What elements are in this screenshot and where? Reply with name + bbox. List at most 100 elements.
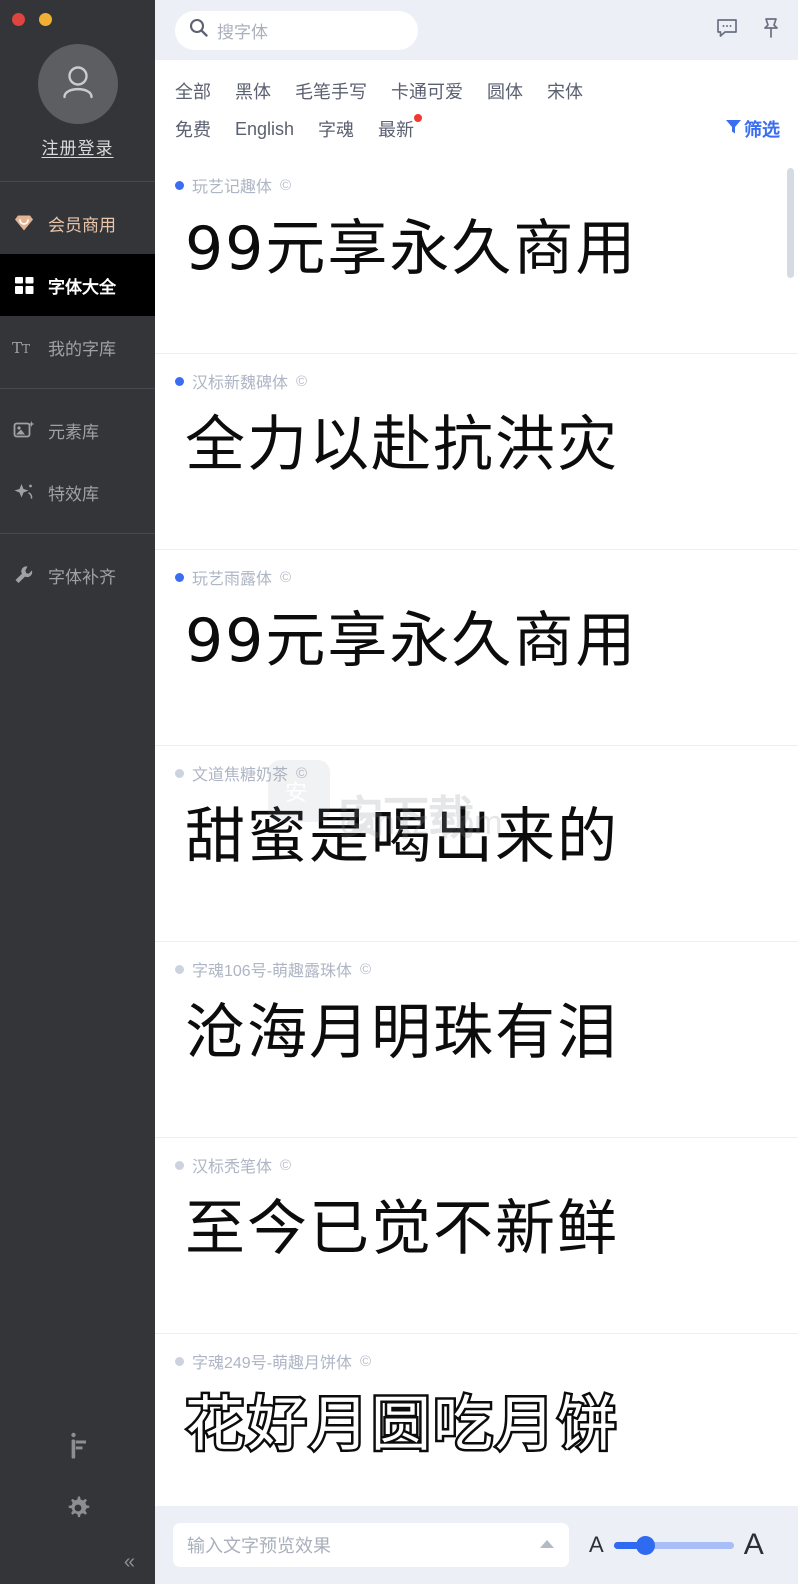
filter-row-2: 免费 English 字魂 最新 筛选 bbox=[175, 110, 780, 148]
filter-bar: 全部 黑体 毛笔手写 卡通可爱 圆体 宋体 免费 English 字魂 最新 筛… bbox=[155, 60, 798, 158]
font-list[interactable]: 玩艺记趣体 © 99元享永久商用 汉标新魏碑体 © 全力以赴抗洪灾 玩艺雨露体 … bbox=[155, 158, 798, 1506]
wrench-icon bbox=[12, 563, 36, 587]
font-meta: 玩艺记趣体 © bbox=[175, 172, 778, 198]
list-item[interactable]: 字魂106号-萌趣露珠体 © 沧海月明珠有泪 bbox=[155, 942, 798, 1138]
font-list-container: 玩艺记趣体 © 99元享永久商用 汉标新魏碑体 © 全力以赴抗洪灾 玩艺雨露体 … bbox=[155, 158, 798, 1506]
sidebar-item-label: 字体大全 bbox=[48, 277, 116, 297]
list-item[interactable]: 玩艺雨露体 © 99元享永久商用 bbox=[155, 550, 798, 746]
list-item[interactable]: 字魂249号-萌趣月饼体 © 花好月圆吃月饼 bbox=[155, 1334, 798, 1506]
list-item[interactable]: 玩艺记趣体 © 99元享永久商用 bbox=[155, 158, 798, 354]
main-panel: 搜字体 全部 黑体 毛笔手写 卡通可爱 圆体 宋体 免费 English 字魂 … bbox=[155, 0, 798, 1584]
nav-group-tools: 字体补齐 bbox=[0, 534, 155, 616]
sidebar: 注册登录 会员商用 字体大全 T T 我的字库 元素库 特效库 字体补齐 « bbox=[0, 0, 155, 1584]
funnel-icon bbox=[725, 118, 742, 140]
font-preview-text: 甜蜜是喝出来的 bbox=[185, 802, 619, 872]
filter-chip-cartoon[interactable]: 卡通可爱 bbox=[391, 78, 463, 104]
search-icon bbox=[189, 18, 208, 42]
sidebar-bottom: « bbox=[0, 1415, 155, 1584]
filter-button[interactable]: 筛选 bbox=[725, 116, 780, 142]
font-name: 玩艺雨露体 bbox=[192, 571, 273, 588]
image-sparkle-icon bbox=[12, 418, 36, 442]
font-preview-text: 99元享永久商用 bbox=[185, 214, 638, 284]
font-size-large-label: A bbox=[743, 1528, 764, 1561]
diamond-icon bbox=[12, 211, 36, 235]
tt-icon: T T bbox=[12, 335, 36, 359]
font-meta: 字魂106号-萌趣露珠体 © bbox=[175, 956, 778, 982]
window-minimize-button[interactable] bbox=[39, 12, 52, 26]
sidebar-item-effects-library[interactable]: 特效库 bbox=[0, 461, 155, 523]
top-bar: 搜字体 bbox=[155, 0, 798, 60]
list-item[interactable]: 汉标秃笔体 © 至今已觉不新鲜 bbox=[155, 1138, 798, 1334]
filter-chip-all[interactable]: 全部 bbox=[175, 78, 211, 104]
copyright-icon: © bbox=[360, 1352, 372, 1370]
collapse-sidebar-button[interactable]: « bbox=[124, 1551, 135, 1574]
status-badge bbox=[175, 1160, 184, 1170]
filter-chip-zihun[interactable]: 字魂 bbox=[318, 116, 354, 142]
status-badge bbox=[175, 376, 184, 386]
font-name: 字魂249号-萌趣月饼体 bbox=[192, 1355, 353, 1372]
copyright-icon: © bbox=[296, 372, 308, 390]
filter-row-1: 全部 黑体 毛笔手写 卡通可爱 圆体 宋体 bbox=[175, 72, 780, 110]
new-badge-dot bbox=[414, 114, 423, 122]
register-login-link[interactable]: 注册登录 bbox=[42, 134, 114, 159]
search-input[interactable]: 搜字体 bbox=[175, 10, 418, 50]
pin-icon[interactable] bbox=[762, 17, 780, 44]
status-badge bbox=[175, 964, 184, 974]
nav-group-assets: 元素库 特效库 bbox=[0, 389, 155, 533]
copyright-icon: © bbox=[280, 568, 292, 586]
filter-button-label: 筛选 bbox=[744, 120, 780, 140]
window-close-button[interactable] bbox=[12, 12, 25, 26]
font-meta: 字魂249号-萌趣月饼体 © bbox=[175, 1348, 778, 1374]
filter-chip-newest[interactable]: 最新 bbox=[378, 114, 423, 142]
search-placeholder: 搜字体 bbox=[217, 22, 268, 42]
list-item[interactable]: 文道焦糖奶茶 © 甜蜜是喝出来的 bbox=[155, 746, 798, 942]
font-name: 汉标新魏碑体 bbox=[192, 375, 289, 392]
preview-input-placeholder: 输入文字预览效果 bbox=[187, 1536, 331, 1556]
font-meta: 汉标新魏碑体 © bbox=[175, 368, 778, 394]
preview-text-input[interactable]: 输入文字预览效果 bbox=[173, 1523, 569, 1567]
status-badge bbox=[175, 768, 184, 778]
filter-chip-songti[interactable]: 宋体 bbox=[547, 78, 583, 104]
font-brand-icon[interactable] bbox=[0, 1415, 155, 1479]
window-controls bbox=[0, 0, 155, 38]
copyright-icon: © bbox=[280, 176, 292, 194]
filter-chip-english[interactable]: English bbox=[235, 119, 294, 140]
status-badge bbox=[175, 180, 184, 190]
filter-chip-round[interactable]: 圆体 bbox=[487, 78, 523, 104]
nav-group-primary: 会员商用 字体大全 T T 我的字库 bbox=[0, 182, 155, 388]
sidebar-item-my-fonts[interactable]: T T 我的字库 bbox=[0, 316, 155, 378]
status-badge bbox=[175, 572, 184, 582]
magic-star-icon bbox=[12, 480, 36, 504]
font-meta: 玩艺雨露体 © bbox=[175, 564, 778, 590]
sidebar-item-label: 会员商用 bbox=[48, 215, 116, 235]
list-item[interactable]: 汉标新魏碑体 © 全力以赴抗洪灾 bbox=[155, 354, 798, 550]
font-name: 文道焦糖奶茶 bbox=[192, 767, 289, 784]
font-size-slider[interactable] bbox=[613, 1535, 734, 1555]
font-meta: 文道焦糖奶茶 © bbox=[175, 760, 778, 786]
sidebar-item-element-library[interactable]: 元素库 bbox=[0, 399, 155, 461]
filter-chip-heiti[interactable]: 黑体 bbox=[235, 78, 271, 104]
app-window: 注册登录 会员商用 字体大全 T T 我的字库 元素库 特效库 字体补齐 « 搜… bbox=[0, 0, 798, 1584]
gear-icon[interactable] bbox=[0, 1479, 155, 1537]
avatar[interactable] bbox=[37, 44, 118, 124]
sidebar-item-font-completion[interactable]: 字体补齐 bbox=[0, 544, 155, 606]
comment-icon[interactable] bbox=[716, 18, 738, 43]
filter-chip-newest-label: 最新 bbox=[378, 120, 415, 140]
filter-chip-free[interactable]: 免费 bbox=[175, 116, 211, 142]
font-size-small-label: A bbox=[589, 1532, 604, 1557]
sidebar-item-vip[interactable]: 会员商用 bbox=[0, 192, 155, 254]
font-preview-text: 全力以赴抗洪灾 bbox=[185, 410, 619, 480]
profile-block: 注册登录 bbox=[0, 38, 155, 181]
sidebar-item-label: 元素库 bbox=[48, 422, 99, 442]
slider-knob[interactable] bbox=[635, 1535, 655, 1555]
status-badge bbox=[175, 1356, 184, 1366]
bottom-bar: 输入文字预览效果 A A bbox=[155, 1506, 798, 1584]
caret-up-icon[interactable] bbox=[539, 1538, 555, 1552]
sidebar-item-font-library[interactable]: 字体大全 bbox=[0, 254, 155, 316]
sidebar-item-label: 字体补齐 bbox=[48, 567, 116, 587]
filter-chip-brush[interactable]: 毛笔手写 bbox=[295, 78, 367, 104]
font-preview-text: 99元享永久商用 bbox=[185, 606, 638, 676]
copyright-icon: © bbox=[360, 960, 372, 978]
svg-text:T: T bbox=[22, 342, 30, 356]
